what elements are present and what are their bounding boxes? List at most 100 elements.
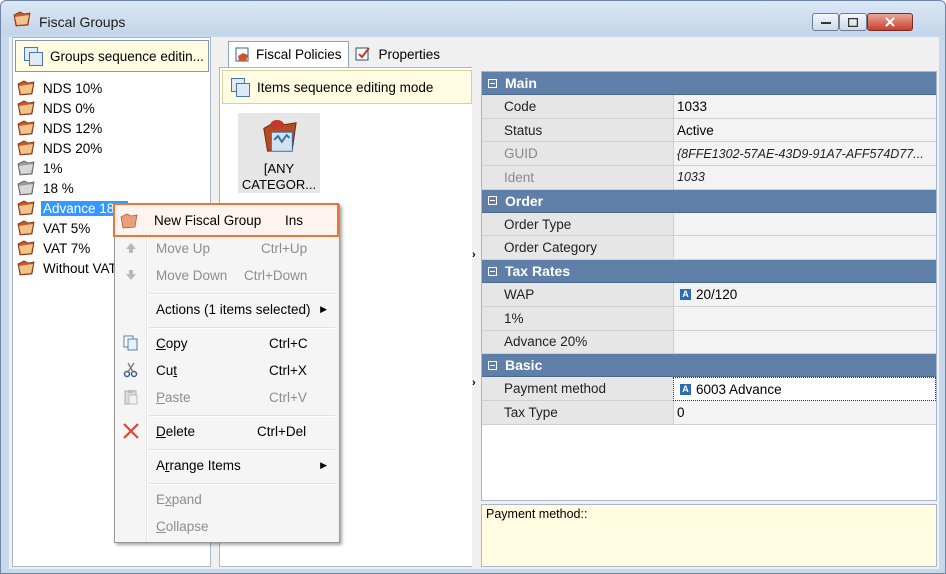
category-main[interactable]: Main	[482, 72, 936, 95]
expand-arrow-icon: ›	[472, 377, 476, 389]
property-name: Payment method	[482, 377, 673, 401]
fiscal-group-icon	[17, 180, 35, 196]
property-row-one-percent[interactable]: 1%	[482, 306, 936, 331]
category-main-title: Main	[505, 75, 537, 91]
menu-shortcut: Ctrl+Del	[257, 423, 307, 439]
tree-item[interactable]: NDS 0%	[17, 98, 128, 118]
menu-move-up[interactable]: Move Up Ctrl+Up	[117, 236, 337, 260]
menu-delete[interactable]: Delete Ctrl+Del	[117, 419, 337, 443]
property-row-wap[interactable]: WAP A 20/120	[482, 283, 936, 307]
tree-item[interactable]: VAT 7%	[17, 238, 128, 258]
category-basic[interactable]: Basic	[482, 354, 936, 378]
paste-icon	[124, 390, 138, 405]
property-row-order-category[interactable]: Order Category	[482, 236, 936, 261]
groups-tree: NDS 10% NDS 0% NDS 12% NDS 20% 1% 18 % Advance…	[17, 78, 129, 278]
close-icon	[885, 17, 895, 27]
new-folder-icon	[120, 213, 138, 229]
menu-shortcut: Ctrl+Down	[244, 267, 308, 283]
category-order[interactable]: Order	[482, 189, 936, 213]
property-value[interactable]	[673, 330, 936, 355]
property-value[interactable]: Active	[673, 118, 936, 143]
menu-collapse[interactable]: Collapse	[117, 514, 337, 538]
copy-icon	[123, 335, 138, 351]
menu-shortcut: Ins	[285, 212, 304, 228]
tree-item[interactable]: Without VAT	[17, 258, 128, 278]
property-value[interactable]	[673, 236, 936, 261]
menu-label: New Fiscal Group	[154, 212, 262, 228]
maximize-button[interactable]	[839, 13, 867, 31]
tab-properties[interactable]: Properties	[349, 41, 447, 67]
menu-label: Cut	[156, 362, 178, 378]
fiscal-group-icon	[17, 80, 35, 96]
tree-item-label: NDS 12%	[43, 120, 103, 136]
expand-arrow-icon: ›	[472, 249, 476, 261]
tree-item-label: 18 %	[43, 180, 74, 196]
fiscal-group-icon	[17, 260, 35, 276]
tree-item[interactable]: NDS 20%	[17, 138, 128, 158]
property-value[interactable]: A 20/120	[673, 283, 936, 307]
menu-paste[interactable]: Paste Ctrl+V	[117, 385, 337, 409]
menu-copy[interactable]: Copy Ctrl+C	[117, 331, 337, 355]
groups-sequence-label: Groups sequence editin...	[50, 48, 204, 64]
property-row-guid[interactable]: GUID {8FFE1302-57AE-43D9-91A7-AFF574D77.…	[482, 142, 936, 167]
property-row-code[interactable]: Code 1033	[482, 95, 936, 119]
property-row-tax-type[interactable]: Tax Type 0	[482, 400, 936, 425]
tree-item[interactable]: VAT 5%	[17, 218, 128, 238]
fiscal-group-icon	[17, 200, 35, 216]
tree-item[interactable]: NDS 10%	[17, 78, 128, 98]
tree-item[interactable]: NDS 12%	[17, 118, 128, 138]
pane-splitter[interactable]: › ›	[472, 67, 481, 567]
category-tax-title: Tax Rates	[505, 263, 571, 280]
fiscal-group-icon	[13, 11, 31, 27]
reference-badge-icon: A	[680, 383, 691, 395]
property-row-advance[interactable]: Advance 20%	[482, 330, 936, 355]
fiscal-group-icon	[17, 100, 35, 116]
close-button[interactable]	[867, 13, 913, 31]
title-bar[interactable]: Fiscal Groups	[1, 1, 945, 35]
property-row-order-type[interactable]: Order Type	[482, 212, 936, 237]
collapse-icon[interactable]	[488, 360, 497, 370]
tree-item[interactable]: 18 %	[17, 178, 128, 198]
property-row-status[interactable]: Status Active	[482, 118, 936, 143]
property-name: Status	[482, 118, 673, 143]
menu-shortcut: Ctrl+X	[269, 362, 307, 378]
minimize-button[interactable]	[812, 13, 839, 31]
property-description: Payment method::	[481, 504, 937, 567]
property-value: 1033	[673, 166, 936, 190]
wap-value: 20/120	[696, 286, 738, 302]
menu-cut[interactable]: Cut Ctrl+X	[117, 358, 337, 382]
tree-item[interactable]: Advance 18%	[17, 198, 129, 218]
tree-item[interactable]: 1%	[17, 158, 128, 178]
collapse-icon[interactable]	[488, 196, 497, 206]
fiscal-group-icon	[17, 120, 35, 136]
groups-sequence-editing-button[interactable]: Groups sequence editin...	[15, 40, 209, 72]
menu-new-fiscal-group[interactable]: New Fiscal Group Ins	[113, 203, 339, 237]
items-sequence-editing-button[interactable]: Items sequence editing mode	[222, 70, 472, 104]
menu-expand[interactable]: Expand	[117, 487, 337, 511]
property-name: Tax Type	[482, 400, 673, 425]
tab-fiscal-policies[interactable]: Fiscal Policies	[228, 41, 349, 67]
property-value[interactable]: 0	[673, 400, 936, 425]
any-category-item[interactable]: [ANY CATEGOR...	[238, 113, 320, 193]
menu-actions[interactable]: Actions (1 items selected) ▶	[117, 297, 337, 321]
sequence-icon	[231, 78, 250, 97]
submenu-arrow-icon: ▶	[320, 459, 327, 470]
category-tax-rates[interactable]: Tax Rates	[482, 260, 936, 284]
menu-arrange-items[interactable]: Arrange Items ▶	[117, 453, 337, 477]
collapse-icon[interactable]	[488, 266, 497, 276]
menu-separator	[149, 327, 335, 329]
property-value[interactable]: A 6003 Advance	[673, 377, 936, 401]
property-value[interactable]	[673, 212, 936, 237]
property-value[interactable]: 1033	[673, 95, 936, 119]
property-row-ident[interactable]: Ident 1033	[482, 166, 936, 190]
any-category-label: [ANY CATEGOR...	[241, 161, 317, 192]
property-value[interactable]	[673, 306, 936, 331]
menu-separator	[149, 415, 335, 417]
menu-move-down[interactable]: Move Down Ctrl+Down	[117, 263, 337, 287]
menu-separator	[149, 483, 335, 485]
window-title: Fiscal Groups	[39, 14, 126, 30]
tree-item-label: 1%	[43, 160, 63, 176]
collapse-icon[interactable]	[488, 78, 497, 88]
menu-separator	[149, 293, 335, 295]
property-row-payment-method[interactable]: Payment method A 6003 Advance	[482, 377, 936, 401]
